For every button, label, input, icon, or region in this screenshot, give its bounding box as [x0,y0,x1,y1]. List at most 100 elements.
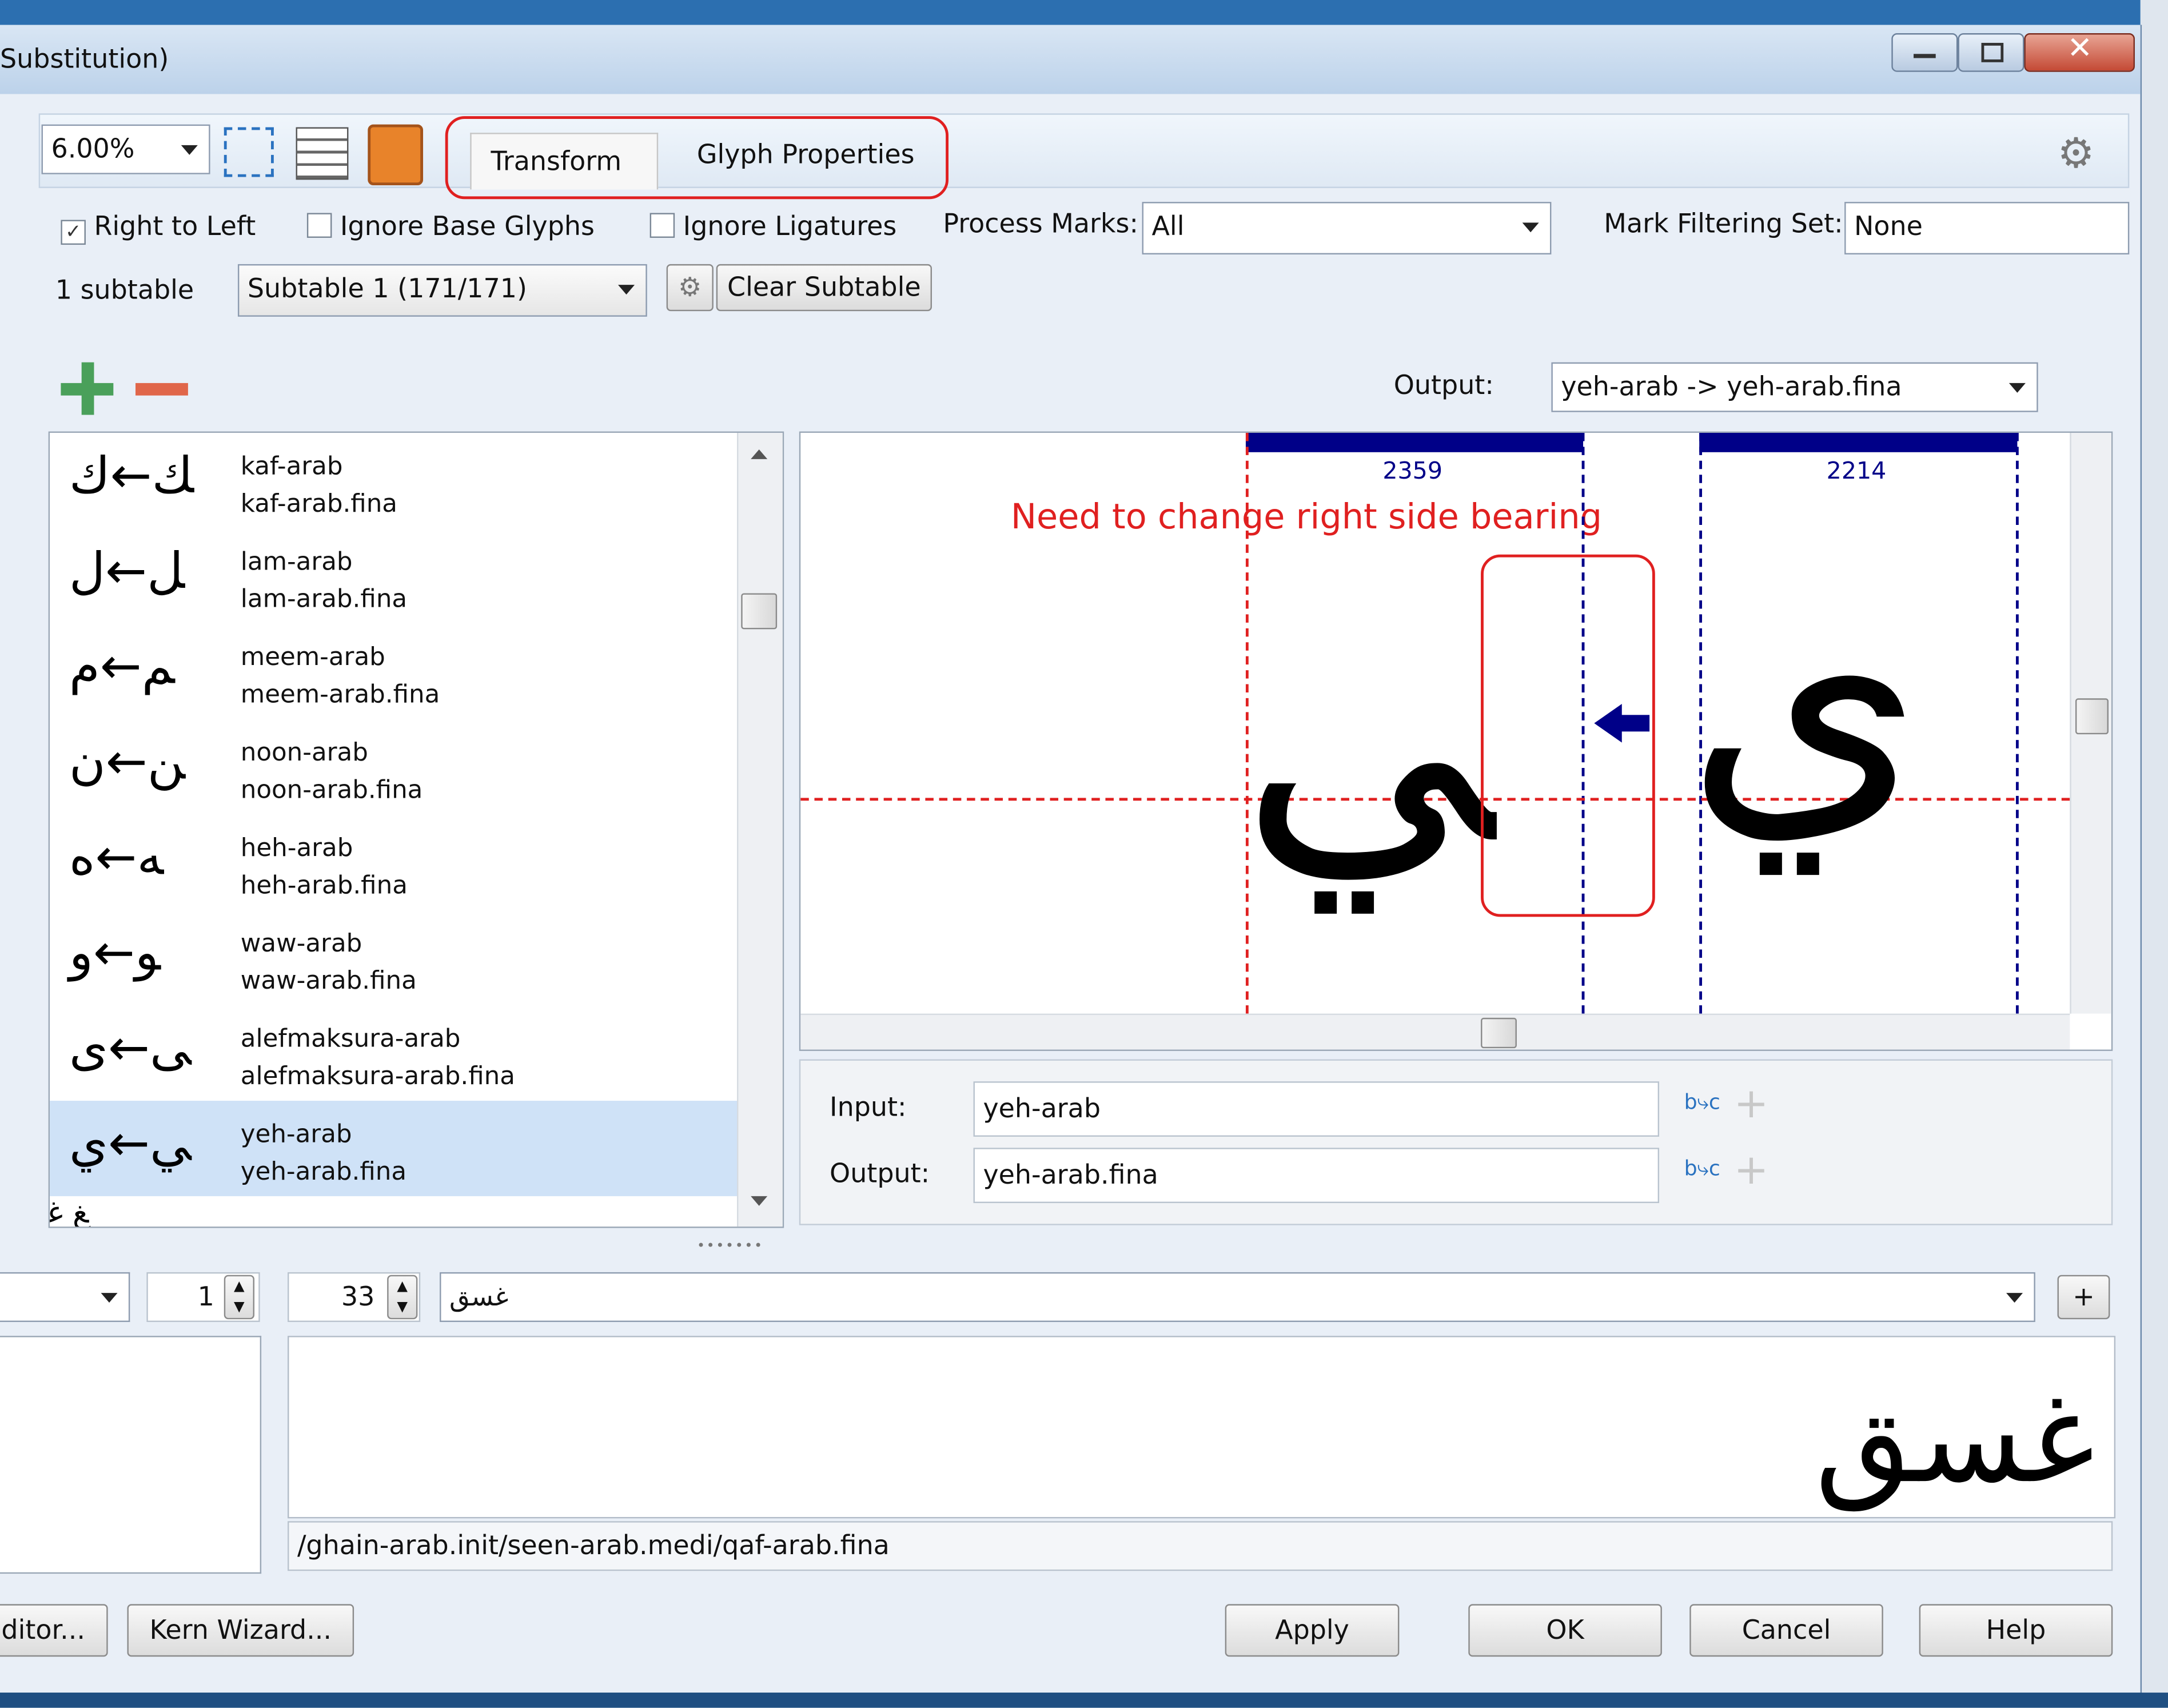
right-advance-value: 2214 [1826,457,1887,485]
toolbar [38,113,2130,188]
right-to-left-checkbox[interactable]: ✓ Right to Left [61,212,256,245]
title-bar [0,25,2141,94]
rendered-test-text: غسق [1815,1366,2095,1512]
test-render-area: غسق [288,1336,2116,1519]
cancel-button[interactable]: Cancel [1689,1604,1883,1657]
preview-hscroll-thumb[interactable] [1481,1017,1517,1049]
checkbox-unchecked-icon [306,213,332,238]
ok-button[interactable]: OK [1468,1604,1662,1657]
substitution-glyph-preview: ﻰ←ﻯ [69,1020,192,1077]
checkbox-checked-icon: ✓ [61,220,86,245]
list-item[interactable]: ﻦ←ﻥ noon-arab noon-arab.fina [50,719,737,815]
input-glyph-name: waw-arab [240,929,362,958]
output-glyph-name: noon-arab.fina [240,775,423,805]
kern-wizard-button[interactable]: Kern Wizard... [127,1604,354,1657]
subtable-value: Subtable 1 (171/171) [247,273,527,305]
splitter-grip-icon[interactable]: ••••••• [697,1239,764,1255]
input-glyph-name: kaf-arab [240,452,343,481]
output-glyph-field[interactable]: yeh-arab.fina [973,1148,1660,1203]
input-glyph-name: lam-arab [240,547,353,577]
output-glyph-name: waw-arab.fina [240,966,417,996]
left-advance-value: 2359 [1382,457,1443,485]
list-item[interactable]: ﻰ←ﻯ alefmaksura-arab alefmaksura-arab.fina [50,1005,737,1101]
process-marks-select[interactable]: All [1142,202,1552,254]
input-glyph-name: yeh-arab [240,1120,352,1149]
preview-hscrollbar[interactable] [800,1013,2070,1050]
list-item[interactable]: ﻮ←ﻭ waw-arab waw-arab.fina [50,910,737,1005]
remove-icon[interactable] [136,383,188,396]
add-input-icon[interactable]: + [1734,1084,1769,1126]
input-glyph-field[interactable]: yeh-arab [973,1081,1660,1137]
preview-vscrollbar[interactable] [2070,432,2111,1014]
annotation-tabs-outline [445,116,949,200]
glyph-picker-icon[interactable]: b⤷c [1684,1156,1720,1181]
subtable-settings-gear-icon[interactable]: ⚙ [666,264,714,312]
output-glyph-name: yeh-arab.fina [240,1157,407,1187]
mark-filtering-set-value: None [1854,212,1923,242]
glyph-preview-pane[interactable]: 2359 2214 Need to change right side bear… [799,431,2113,1051]
output-glyph-name: heh-arab.fina [240,871,408,901]
substitution-glyph-preview: ﻞ←ﻝ [69,543,185,600]
right-advance-guide [2015,432,2019,1014]
minimize-button[interactable] [1891,33,1958,72]
scroll-down-icon[interactable] [751,1196,768,1206]
list-item[interactable]: ﻢ←ﻡ meem-arab meem-arab.fina [50,624,737,719]
list-item[interactable]: ﻪ←ﻩ heh-arab heh-arab.fina [50,814,737,910]
substitution-glyph-preview: ﻦ←ﻥ [69,734,186,791]
feature-list-box[interactable] [0,1336,262,1574]
output-select[interactable]: yeh-arab -> yeh-arab.fina [1551,362,2038,412]
spin-arrows-icon[interactable]: ▲ ▼ [387,1275,418,1320]
settings-gear-icon[interactable]: ⚙ [2058,130,2095,178]
restore-button[interactable] [1958,33,2024,72]
spin-arrows-icon[interactable]: ▲ ▼ [224,1275,254,1320]
test-text-combo[interactable]: غسق [440,1272,2035,1322]
editor-button[interactable]: ditor... [0,1604,108,1657]
list-item[interactable]: ﻚ←ﻙ kaf-arab kaf-arab.fina [50,433,737,528]
zoom-value: 6.00% [51,134,135,165]
background-window-edge [2140,0,2168,1708]
list-scroll-thumb[interactable] [741,593,778,630]
test-text-value: غسق [449,1281,509,1313]
mark-filtering-set-select[interactable]: None [1844,202,2130,254]
close-button[interactable]: ✕ [2024,32,2135,72]
subtable-select[interactable]: Subtable 1 (171/171) [237,264,647,317]
process-marks-label: Process Marks: [943,209,1138,240]
left-advance-bar [1245,432,1584,452]
substitution-glyph-preview: ﻪ←ﻩ [69,830,164,887]
output-label: Output: [1393,371,1494,401]
substitution-glyph-preview: ﻲ←ﻱ [69,1116,192,1173]
output-glyph-name: alefmaksura-arab.fina [240,1062,515,1092]
zoom-select[interactable]: 6.00% [41,124,210,174]
substitution-glyph-preview: ﻮ←ﻭ [69,925,161,982]
input-glyph-name: noon-arab [240,738,368,768]
script-select[interactable] [0,1272,130,1322]
add-output-icon[interactable]: + [1734,1150,1769,1192]
clear-subtable-button[interactable]: Clear Subtable [716,264,932,312]
edit-glyph-icon[interactable] [368,124,424,186]
add-icon[interactable] [61,362,114,415]
output-field-label: Output: [830,1158,930,1189]
ignore-base-glyphs-checkbox[interactable]: Ignore Base Glyphs [306,212,595,242]
list-scrollbar[interactable] [736,432,783,1227]
list-item[interactable]: ﻞ←ﻝ lam-arab lam-arab.fina [50,528,737,624]
partial-next-row-glyph: ﻎ ﻏ [48,1196,89,1228]
list-item[interactable]: ﻲ←ﻱ yeh-arab yeh-arab.fina [50,1101,737,1196]
window-title: Substitution) [0,44,169,75]
output-select-value: yeh-arab -> yeh-arab.fina [1561,372,1902,403]
glyph-substitution-list[interactable]: ﻚ←ﻙ kaf-arab kaf-arab.fina ﻞ←ﻝ lam-arab lam-a… [48,431,784,1228]
preview-vscroll-thumb[interactable] [2075,698,2109,735]
minimize-icon [1914,54,1936,58]
ignore-ligatures-checkbox[interactable]: Ignore Ligatures [649,212,896,242]
taskbar-strip [0,1693,2168,1708]
apply-button[interactable]: Apply [1225,1604,1400,1657]
add-test-string-button[interactable]: + [2057,1275,2110,1320]
help-button[interactable]: Help [1919,1604,2113,1657]
preview-glyph-output: ﻲ [1240,557,1494,911]
substitution-glyph-preview: ﻚ←ﻙ [69,448,194,505]
glyph-picker-icon[interactable]: b⤷c [1684,1090,1720,1115]
output-glyph-name: kaf-arab.fina [240,489,397,519]
preview-glyph-input: ﻱ [1685,518,1924,873]
scroll-up-icon[interactable] [751,449,768,459]
fit-view-icon[interactable] [224,127,274,177]
grid-icon[interactable] [296,127,349,180]
